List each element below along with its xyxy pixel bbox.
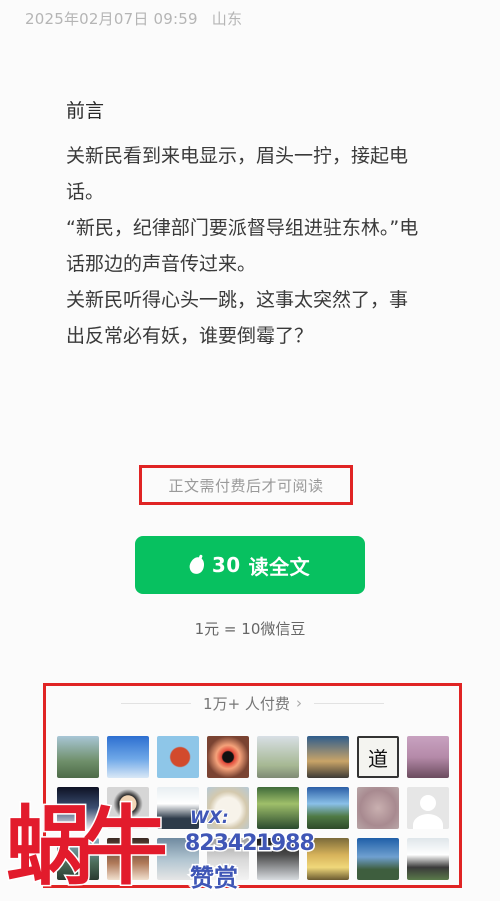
payer-avatar[interactable]: [57, 736, 99, 778]
button-label: 读全文: [248, 554, 311, 579]
watermark-subtext: 赞赏: [189, 863, 240, 894]
article-paragraph: 关新民听得心头一跳，这事太突然了，事出反常必有妖，谁要倒霉了？: [66, 289, 409, 347]
article-paragraph: 关新民看到来电显示，眉头一拧，接起电话。: [66, 145, 409, 203]
divider-right: [313, 702, 384, 704]
payers-header[interactable]: 1万+ 人付费 ›: [43, 690, 462, 716]
paywall-notice: 正文需付费后才可阅读: [168, 476, 324, 495]
watermark-logo: 蜗牛: [5, 796, 170, 899]
payer-avatar[interactable]: [157, 736, 199, 778]
avatar-character: 道: [368, 746, 388, 771]
payer-avatar[interactable]: 道: [357, 736, 399, 778]
payer-avatar[interactable]: [407, 736, 449, 778]
payer-avatar[interactable]: [107, 736, 149, 778]
default-avatar-icon[interactable]: [407, 787, 449, 829]
exchange-rate: 1元 = 10微信豆: [194, 620, 306, 638]
post-meta: 2025年02月07日 09:59 山东: [25, 8, 242, 29]
post-location: 山东: [211, 10, 243, 28]
article-preview: 关新民看到来电显示，眉头一拧，接起电话。 “新民，纪律部门要派督导组进驻东林。”…: [66, 138, 426, 354]
read-full-article-button[interactable]: 30 读全文: [135, 536, 365, 594]
post-date: 2025年02月07日 09:59: [25, 10, 198, 28]
payer-avatar[interactable]: [257, 736, 299, 778]
payer-avatar[interactable]: [307, 787, 349, 829]
button-price: 30: [211, 553, 241, 577]
payer-avatar[interactable]: [257, 787, 299, 829]
preface-title: 前言: [66, 100, 105, 122]
watermark-wx-id: 823421988: [184, 830, 317, 858]
article-paragraph: “新民，纪律部门要派督导组进驻东林。”电话那边的声音传过来。: [66, 217, 419, 275]
wechat-bean-icon: [187, 554, 207, 576]
payer-avatar[interactable]: [357, 838, 399, 880]
payers-count: 1万+ 人付费: [203, 694, 290, 713]
payer-avatar[interactable]: [307, 736, 349, 778]
chevron-right-icon: ›: [295, 694, 302, 712]
payer-avatar[interactable]: [407, 838, 449, 880]
watermark-wx-label: WX:: [189, 807, 230, 829]
payer-avatar[interactable]: [357, 787, 399, 829]
payer-avatar[interactable]: [207, 736, 249, 778]
divider-left: [121, 702, 192, 704]
